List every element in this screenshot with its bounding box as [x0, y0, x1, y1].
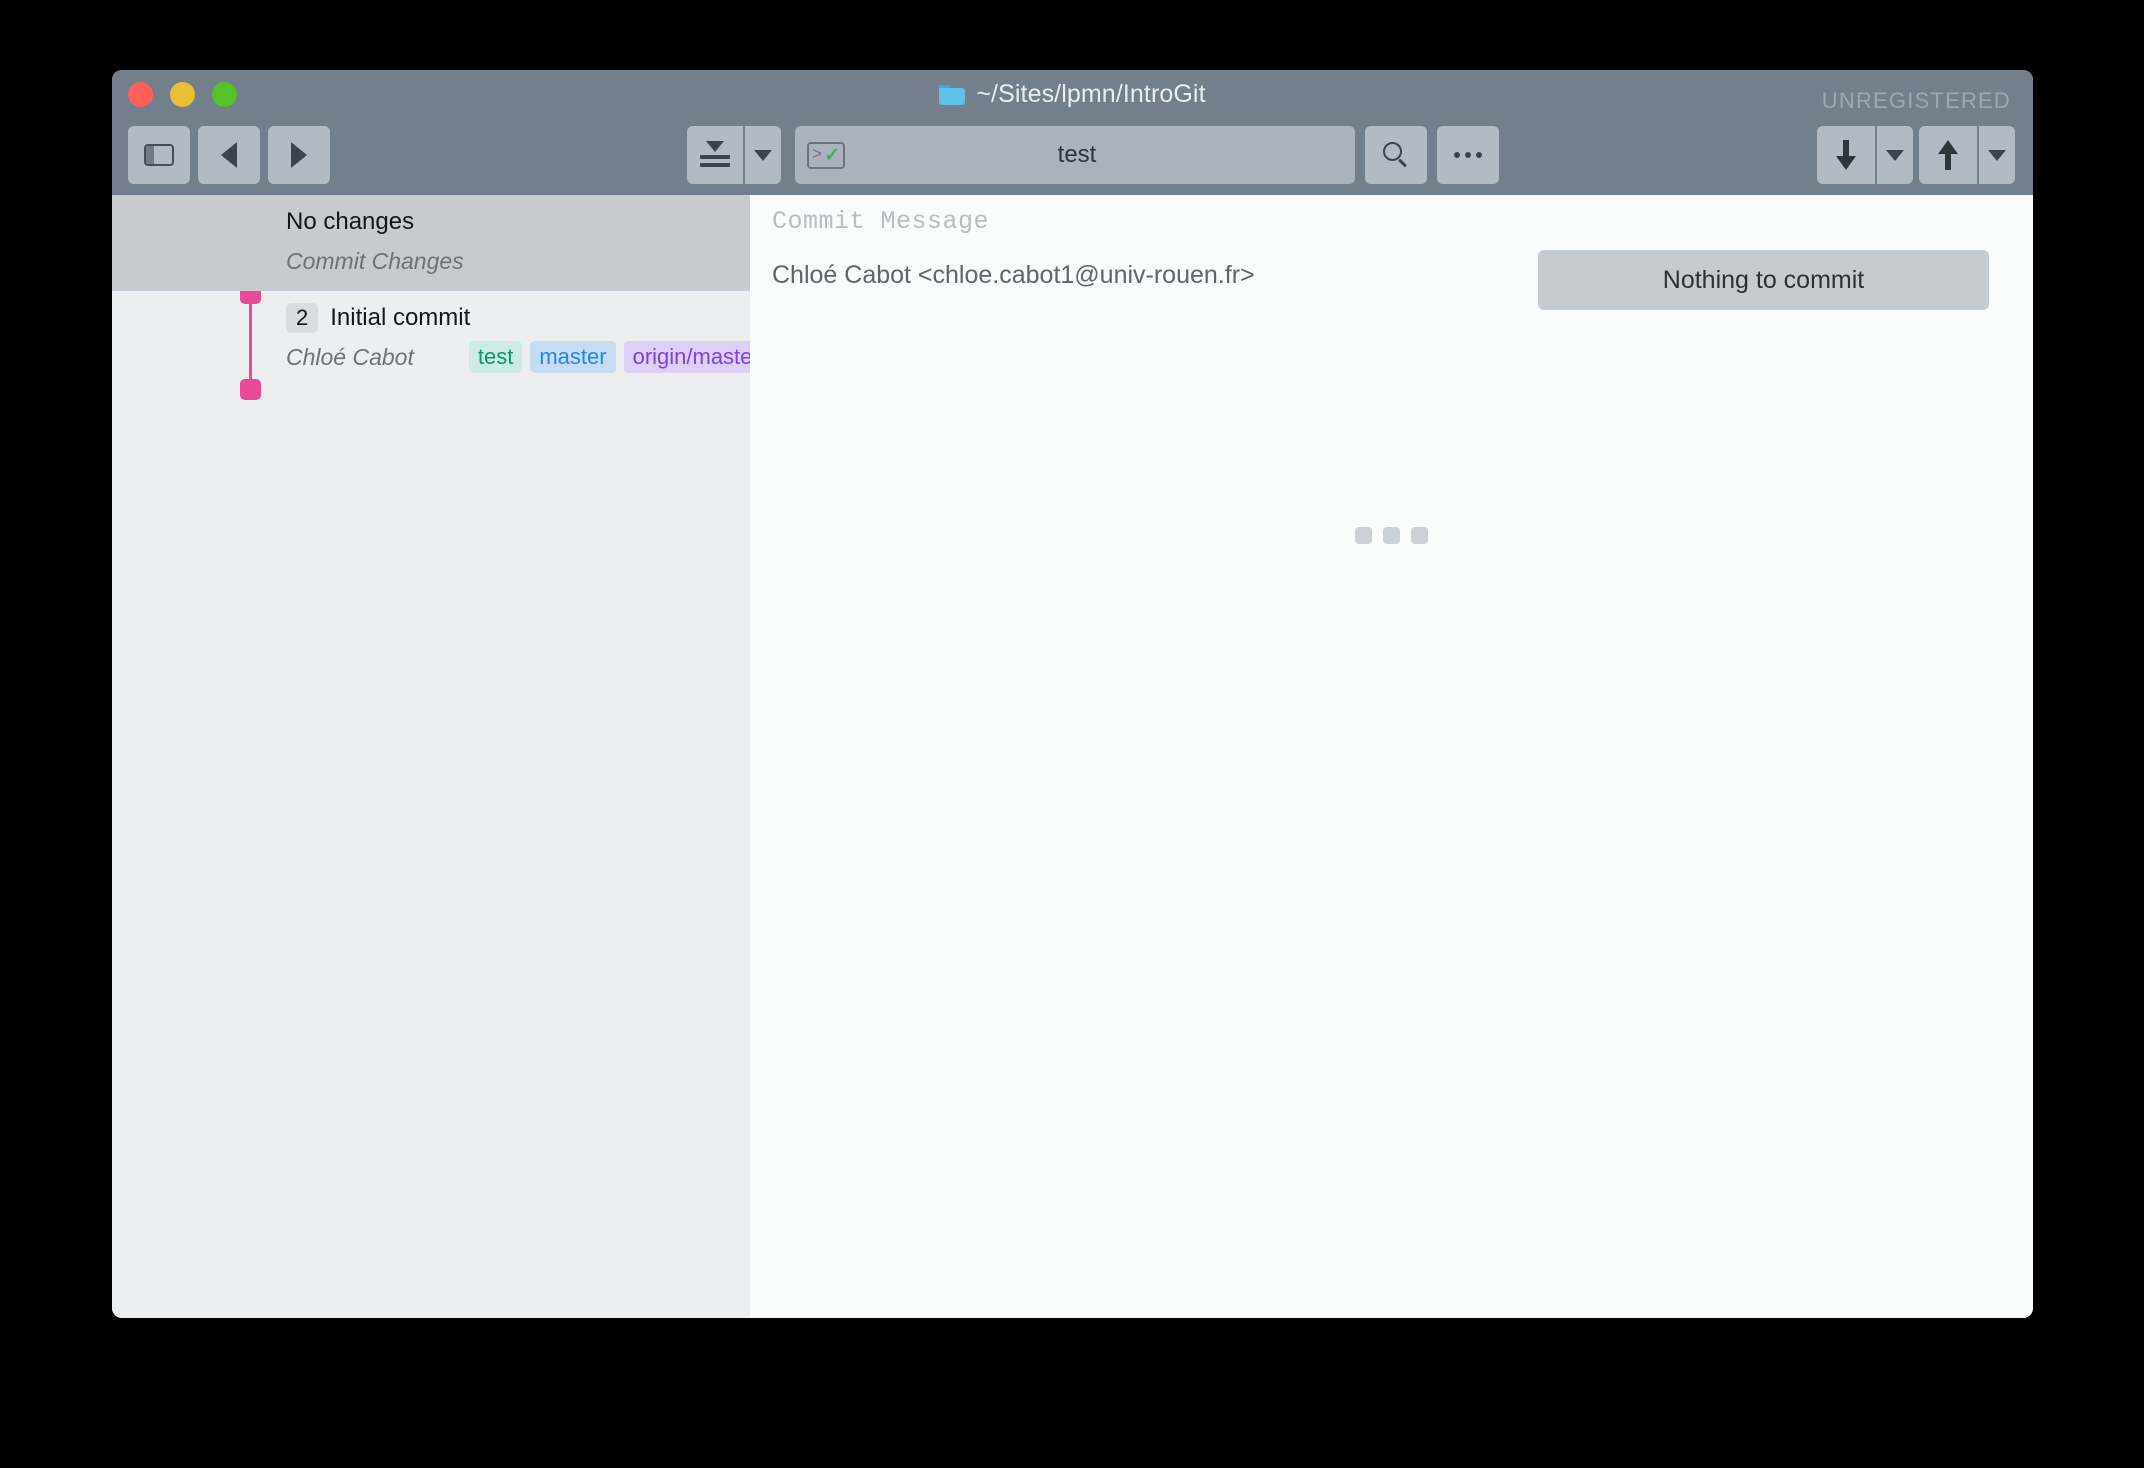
arrow-up-icon: [1938, 140, 1958, 170]
arrow-down-icon: [1836, 140, 1856, 170]
ref-badge-master[interactable]: master: [530, 340, 616, 374]
terminal-check-icon: > ✓: [807, 141, 845, 169]
commit-count-badge: 2: [286, 302, 319, 334]
traffic-lights: [128, 82, 237, 107]
drag-handle-icon[interactable]: [750, 527, 2033, 544]
current-branch-label: test: [1057, 141, 1097, 168]
stash-button-group: [687, 126, 781, 184]
search-button[interactable]: [1365, 126, 1427, 184]
minimize-window-button[interactable]: [170, 82, 195, 107]
close-window-button[interactable]: [128, 82, 153, 107]
commit-author-label: Chloé Cabot <chloe.cabot1@univ-rouen.fr>: [772, 261, 1255, 289]
page-title: ~/Sites/lpmn/IntroGit: [976, 80, 1206, 108]
folder-icon: [939, 84, 966, 105]
history-row-commit[interactable]: 2 Initial commit Chloé Cabot test master…: [112, 291, 750, 387]
history-row-subtitle: Commit Changes: [286, 247, 464, 274]
sidebar-toggle-button[interactable]: [128, 126, 190, 184]
history-row-title-line: No changes: [286, 195, 750, 241]
push-dropdown-button[interactable]: [1977, 126, 2015, 184]
ref-badge-test[interactable]: test: [468, 340, 523, 374]
commit-message-area: Commit Message Chloé Cabot <chloe.cabot1…: [772, 195, 2011, 355]
sidebar-panel-icon: [144, 144, 174, 166]
license-status-label: UNREGISTERED: [1821, 88, 2011, 113]
branch-selector[interactable]: > ✓ test: [795, 126, 1355, 184]
commit-message-input[interactable]: Commit Message: [772, 207, 989, 236]
ellipsis-icon: [1454, 152, 1482, 158]
history-row-sub-line: Commit Changes: [286, 241, 750, 281]
history-row-sub-line: Chloé Cabot test master origin/master: [286, 337, 750, 377]
history-row-working-copy[interactable]: No changes Commit Changes: [112, 195, 750, 291]
history-row-title: Initial commit: [330, 304, 471, 331]
title-bar: ~/Sites/lpmn/IntroGit: [112, 80, 2033, 109]
ref-badge-list: test master origin/master: [468, 340, 750, 374]
maximize-window-button[interactable]: [212, 82, 237, 107]
chevron-down-icon: [1886, 149, 1904, 161]
forward-button[interactable]: [268, 126, 330, 184]
pull-dropdown-button[interactable]: [1875, 126, 1913, 184]
ref-badge-origin-master[interactable]: origin/master: [623, 340, 750, 374]
chevron-down-icon: [1988, 149, 2006, 161]
more-options-button[interactable]: [1437, 126, 1499, 184]
window-chrome: ~/Sites/lpmn/IntroGit UNREGISTERED > ✓ t…: [112, 70, 2033, 195]
pull-button[interactable]: [1817, 126, 1875, 184]
triangle-right-icon: [291, 142, 307, 168]
stash-dropdown-button[interactable]: [743, 126, 781, 184]
history-row-title-line: 2 Initial commit: [286, 291, 750, 337]
back-button[interactable]: [198, 126, 260, 184]
search-icon: [1383, 142, 1409, 168]
triangle-left-icon: [221, 142, 237, 168]
chevron-down-icon: [754, 149, 772, 161]
window-body: No changes Commit Changes 2 Initial comm…: [112, 195, 2033, 1318]
stash-icon: [699, 140, 731, 170]
push-button-group: [1919, 126, 2015, 184]
toolbar: > ✓ test: [112, 126, 2033, 184]
history-row-title: No changes: [286, 208, 415, 235]
commit-detail-panel: Commit Message Chloé Cabot <chloe.cabot1…: [750, 195, 2033, 1318]
stash-button[interactable]: [687, 126, 743, 184]
pull-button-group: [1817, 126, 1913, 184]
commit-button[interactable]: Nothing to commit: [1538, 250, 1989, 310]
history-row-author: Chloé Cabot: [286, 343, 414, 370]
push-button[interactable]: [1919, 126, 1977, 184]
commit-history-sidebar[interactable]: No changes Commit Changes 2 Initial comm…: [112, 195, 750, 1318]
app-window: ~/Sites/lpmn/IntroGit UNREGISTERED > ✓ t…: [112, 70, 2033, 1318]
